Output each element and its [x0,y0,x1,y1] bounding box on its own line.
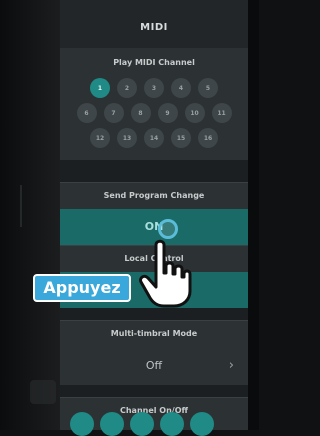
multi-timbral-mode-section: Multi-timbral Mode Off › [60,320,248,385]
channel-button[interactable]: 3 [144,78,164,98]
channel-button[interactable]: 1 [90,78,110,98]
chevron-right-icon: › [228,358,234,373]
section-divider [60,385,248,397]
midi-settings-panel: MIDI Play MIDI Channel 1 2 3 4 5 6 7 8 9… [60,0,248,430]
channel-button[interactable]: 4 [171,78,191,98]
channel-button[interactable]: 8 [130,103,151,123]
channel-on-off-buttons [70,412,214,436]
section-divider [60,308,248,320]
channel-button[interactable]: 13 [117,128,137,148]
channel-toggle-button[interactable] [130,412,154,436]
background-left [0,0,60,430]
channel-toggle-button[interactable] [70,412,94,436]
tap-instruction-badge: Appuyez [33,274,131,302]
channel-button[interactable]: 9 [157,103,178,123]
channel-toggle-button[interactable] [190,412,214,436]
channel-button[interactable]: 10 [184,103,205,123]
background-decoration [20,185,56,227]
channel-button[interactable]: 11 [211,103,232,123]
channel-row: 1 2 3 4 5 [60,78,248,98]
send-program-change-label: Send Program Change [103,191,205,200]
channel-button[interactable]: 16 [198,128,218,148]
page-title: MIDI [140,22,168,33]
channel-toggle-button[interactable] [160,412,184,436]
channel-row: 6 7 8 9 10 11 [60,103,248,123]
section-divider [60,160,248,182]
channel-toggle-button[interactable] [100,412,124,436]
channel-row: 12 13 14 15 16 [60,128,248,148]
channel-button[interactable]: 7 [103,103,124,123]
background-right [248,0,259,430]
channel-button[interactable]: 2 [117,78,137,98]
play-midi-channel-label: Play MIDI Channel [113,58,195,67]
channel-button[interactable]: 15 [171,128,191,148]
channel-button[interactable]: 5 [198,78,218,98]
multi-timbral-mode-value: Off [145,359,163,372]
channel-button[interactable]: 6 [76,103,97,123]
pointing-hand-icon [139,239,192,308]
background-decoration [30,380,56,404]
play-midi-channel-section: Play MIDI Channel 1 2 3 4 5 6 7 8 9 10 1… [60,48,248,160]
channel-button[interactable]: 14 [144,128,164,148]
multi-timbral-mode-label: Multi-timbral Mode [110,329,198,338]
channel-button[interactable]: 12 [90,128,110,148]
multi-timbral-mode-selector[interactable]: Off › [60,347,248,385]
